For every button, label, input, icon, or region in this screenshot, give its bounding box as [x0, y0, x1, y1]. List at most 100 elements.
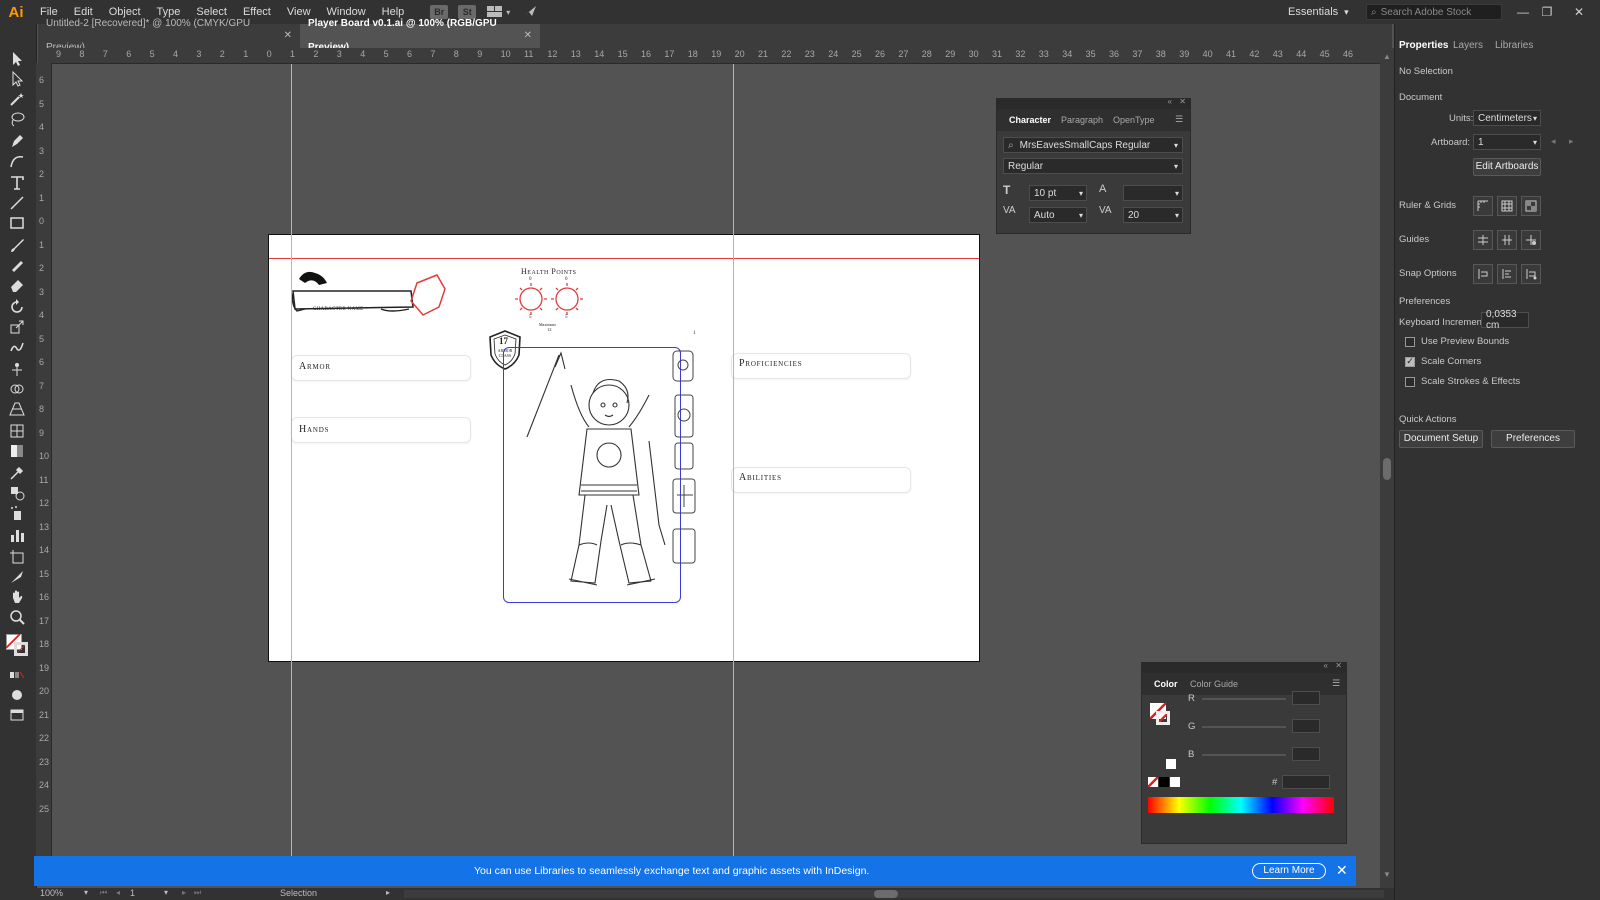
- perspective-grid-tool-icon[interactable]: [6, 400, 28, 418]
- horizontal-ruler[interactable]: 9 8 7 6 5 4 3 2 1 0 1 2 3 4 5 6 7 8 9 10 11 12 13 14 15 16 17 18 19 2…: [38, 48, 1392, 64]
- stock-search-input[interactable]: ⌕ Search Adobe Stock: [1366, 4, 1502, 20]
- ruler-icon[interactable]: [1473, 196, 1493, 216]
- eyedropper-tool-icon[interactable]: [6, 464, 28, 482]
- selection-tool-icon[interactable]: [6, 50, 28, 68]
- font-size-field[interactable]: 10 pt ▾: [1029, 185, 1087, 201]
- slice-tool-icon[interactable]: [6, 568, 28, 586]
- none-swatch[interactable]: [1148, 777, 1158, 787]
- vertical-ruler[interactable]: 6 5 4 3 2 1 0 1 2 3 4 5 6 7 8 9 10 11 12 13 14 15 16 17 18 19 20 21…: [36, 63, 52, 883]
- last-artboard-icon[interactable]: ⏭: [194, 888, 201, 898]
- shaper-tool-icon[interactable]: [6, 256, 28, 274]
- curvature-tool-icon[interactable]: [6, 152, 28, 170]
- column-graph-tool-icon[interactable]: [6, 526, 28, 544]
- smart-guides-icon[interactable]: [1521, 230, 1541, 250]
- font-style-select[interactable]: Regular ▾: [1003, 158, 1183, 174]
- learn-more-button[interactable]: Learn More: [1252, 863, 1326, 879]
- g-slider[interactable]: [1202, 726, 1286, 728]
- artboard-select[interactable]: 1 ▾: [1473, 134, 1541, 150]
- paintbrush-tool-icon[interactable]: [6, 236, 28, 254]
- vertical-guide[interactable]: [291, 64, 292, 856]
- color-spectrum[interactable]: [1148, 797, 1334, 813]
- screen-mode-icon[interactable]: [6, 706, 28, 724]
- fill-stroke-swatches[interactable]: [1150, 703, 1170, 725]
- chevron-down-icon[interactable]: ▾: [164, 888, 168, 897]
- next-artboard-icon[interactable]: ▸: [1569, 136, 1574, 147]
- fill-stroke-swatches[interactable]: [6, 630, 30, 658]
- scale-corners-checkbox[interactable]: ✓: [1405, 356, 1415, 367]
- symbol-sprayer-tool-icon[interactable]: [6, 504, 28, 522]
- units-select[interactable]: Centimeters ▾: [1473, 110, 1541, 126]
- tab-character[interactable]: Character: [1001, 115, 1051, 125]
- black-swatch[interactable]: [1159, 777, 1169, 787]
- gradient-tool-icon[interactable]: [6, 442, 28, 460]
- scale-tool-icon[interactable]: [6, 318, 28, 336]
- lasso-tool-icon[interactable]: [6, 110, 28, 128]
- zoom-tool-icon[interactable]: [6, 608, 28, 626]
- tab-color-guide[interactable]: Color Guide: [1190, 679, 1238, 689]
- rectangle-tool-icon[interactable]: [6, 214, 28, 232]
- snap-to-point-icon[interactable]: [1473, 264, 1493, 284]
- show-guides-icon[interactable]: [1473, 230, 1493, 250]
- panel-header[interactable]: « ✕: [997, 97, 1190, 109]
- preferences-button[interactable]: Preferences: [1491, 430, 1575, 448]
- keyboard-increment-field[interactable]: 0,0353 cm: [1481, 309, 1529, 331]
- tab-paragraph[interactable]: Paragraph: [1061, 115, 1103, 125]
- close-icon[interactable]: ✕: [1336, 862, 1348, 879]
- puppet-warp-tool-icon[interactable]: [6, 360, 28, 378]
- type-tool-icon[interactable]: [6, 174, 28, 192]
- gpu-performance-icon[interactable]: [522, 4, 538, 21]
- scale-corners-row[interactable]: ✓ Scale Corners: [1405, 356, 1481, 367]
- r-slider[interactable]: [1202, 698, 1286, 700]
- font-family-select[interactable]: ⌕ MrsEavesSmallCaps Regular ▾: [1003, 137, 1183, 153]
- workspace-switcher[interactable]: Essentials ▾: [1288, 4, 1349, 20]
- scale-strokes-checkbox[interactable]: [1405, 376, 1415, 387]
- artboard-number[interactable]: 1: [130, 888, 135, 898]
- transparency-grid-icon[interactable]: [1521, 196, 1541, 216]
- edit-artboards-button[interactable]: Edit Artboards: [1473, 158, 1541, 176]
- snap-to-grid-icon[interactable]: [1497, 264, 1517, 284]
- snap-to-pixel-icon[interactable]: [1521, 264, 1541, 284]
- direct-selection-tool-icon[interactable]: [6, 70, 28, 88]
- scale-strokes-row[interactable]: Scale Strokes & Effects: [1405, 376, 1520, 387]
- quick-swatches[interactable]: [1148, 777, 1180, 787]
- tab-color[interactable]: Color: [1154, 679, 1178, 689]
- restore-icon[interactable]: ❐: [1538, 3, 1556, 21]
- close-icon[interactable]: ✕: [1179, 97, 1186, 106]
- magic-wand-tool-icon[interactable]: [6, 90, 28, 108]
- grid-icon[interactable]: [1497, 196, 1517, 216]
- document-setup-button[interactable]: Document Setup: [1399, 430, 1483, 448]
- tab-properties[interactable]: Properties: [1399, 40, 1448, 51]
- eraser-tool-icon[interactable]: [6, 276, 28, 294]
- lock-guides-icon[interactable]: [1497, 230, 1517, 250]
- next-artboard-icon[interactable]: ▸: [182, 888, 186, 897]
- health-points-dials[interactable]: [515, 277, 595, 325]
- scrollbar-thumb[interactable]: [874, 890, 898, 898]
- blend-tool-icon[interactable]: [6, 484, 28, 502]
- collapse-icon[interactable]: «: [1324, 661, 1328, 670]
- b-slider[interactable]: [1202, 754, 1286, 756]
- minimize-icon[interactable]: —: [1514, 3, 1532, 21]
- hex-field[interactable]: [1282, 775, 1330, 789]
- b-field[interactable]: [1292, 747, 1320, 761]
- scrollbar-thumb[interactable]: [1383, 458, 1391, 480]
- close-icon[interactable]: ✕: [284, 24, 292, 48]
- hand-tool-icon[interactable]: [6, 588, 28, 606]
- line-tool-icon[interactable]: [6, 194, 28, 212]
- pen-tool-icon[interactable]: [6, 132, 28, 150]
- panel-menu-icon[interactable]: ☰: [1332, 678, 1340, 689]
- collapse-icon[interactable]: «: [1168, 97, 1172, 106]
- tab-opentype[interactable]: OpenType: [1113, 115, 1155, 125]
- white-swatch[interactable]: [1170, 777, 1180, 787]
- kerning-field[interactable]: Auto ▾: [1029, 207, 1087, 223]
- vertical-scrollbar[interactable]: ▲ ▼: [1380, 48, 1394, 888]
- panel-header[interactable]: « ✕: [1142, 661, 1346, 673]
- r-field[interactable]: [1292, 691, 1320, 705]
- close-icon[interactable]: ✕: [1570, 3, 1588, 21]
- use-preview-bounds-checkbox[interactable]: [1405, 336, 1415, 347]
- artboard[interactable]: CHARACTER NAME Health Points 0 0 5 5 Max…: [268, 234, 980, 662]
- tab-untitled-2[interactable]: Untitled-2 [Recovered]* @ 100% (CMYK/GPU…: [38, 18, 300, 53]
- vertical-guide[interactable]: [733, 64, 734, 856]
- chevron-up-icon[interactable]: ▲: [1383, 52, 1391, 61]
- horizontal-scrollbar[interactable]: [404, 890, 1384, 898]
- status-menu-icon[interactable]: ▸: [386, 888, 390, 897]
